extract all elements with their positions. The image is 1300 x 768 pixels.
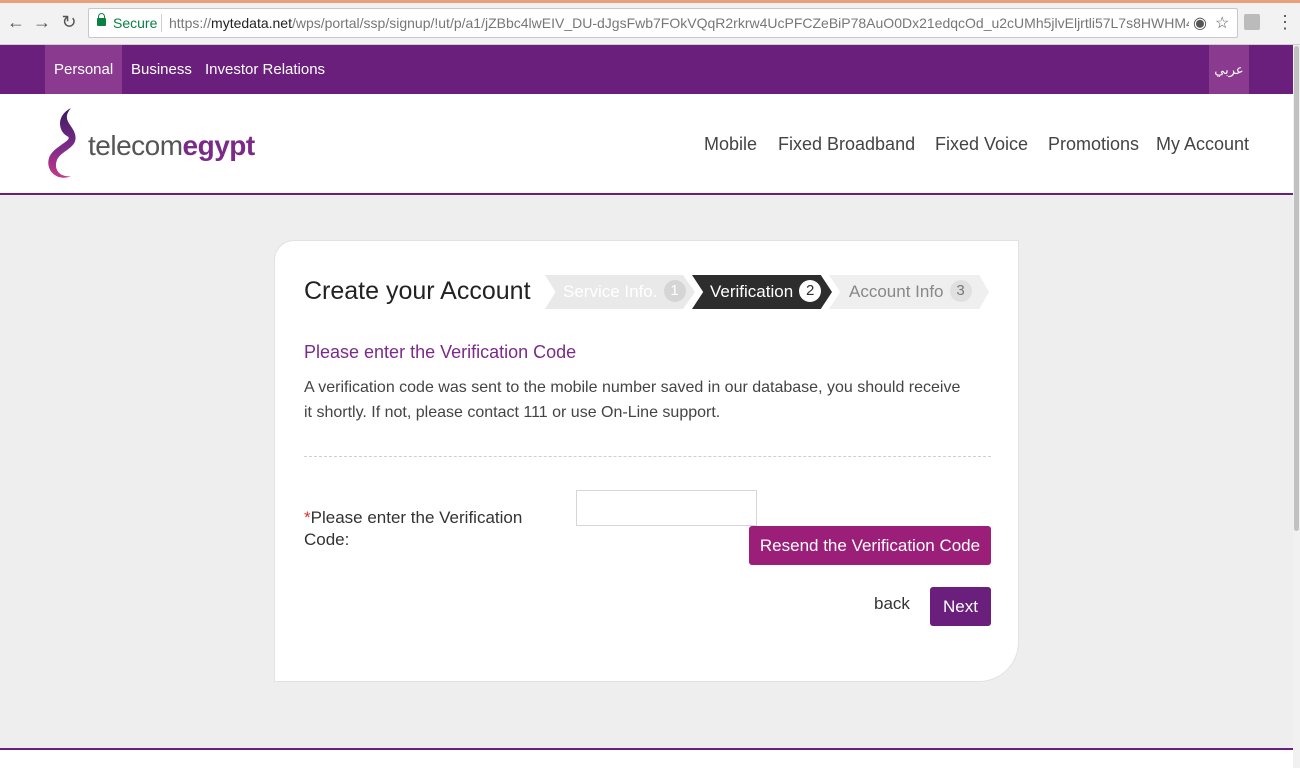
reload-icon[interactable]: ↻ bbox=[59, 12, 79, 32]
nav-mobile[interactable]: Mobile bbox=[704, 134, 757, 155]
url-text[interactable]: https://mytedata.net/wps/portal/ssp/sign… bbox=[169, 15, 1189, 31]
tab-strip-edge bbox=[0, 0, 1300, 3]
url-host: mytedata.net bbox=[211, 15, 292, 31]
step-verification: Verification 2 bbox=[692, 275, 832, 309]
next-button[interactable]: Next bbox=[930, 587, 991, 626]
step-account-info: Account Info 3 bbox=[829, 275, 989, 309]
nav-fixed-voice[interactable]: Fixed Voice bbox=[935, 134, 1028, 155]
lock-icon bbox=[97, 13, 106, 26]
browser-menu-icon[interactable]: ⋮ bbox=[1276, 12, 1294, 33]
page-title: Create your Account bbox=[304, 277, 531, 305]
site-header: telecomegypt Mobile Fixed Broadband Fixe… bbox=[0, 94, 1293, 195]
tab-business[interactable]: Business bbox=[122, 45, 201, 94]
site-settings-icon[interactable]: ◉ bbox=[1193, 13, 1207, 33]
back-arrow-icon[interactable]: ← bbox=[6, 12, 26, 32]
telecom-egypt-logo-icon[interactable] bbox=[45, 106, 85, 181]
step-label: Verification bbox=[710, 282, 794, 301]
nav-my-account[interactable]: My Account bbox=[1156, 134, 1249, 155]
extension-icon[interactable] bbox=[1244, 14, 1260, 30]
verification-code-input[interactable] bbox=[576, 490, 757, 526]
back-link[interactable]: back bbox=[874, 594, 910, 614]
url-path: /wps/portal/ssp/signup/!ut/p/a1/jZBbc4lw… bbox=[291, 15, 1189, 31]
secure-label: Secure bbox=[113, 15, 158, 31]
url-prefix: https:// bbox=[169, 15, 212, 31]
footer bbox=[0, 750, 1293, 768]
instructions-text: A verification code was sent to the mobi… bbox=[304, 379, 961, 421]
tab-personal[interactable]: Personal bbox=[45, 45, 123, 94]
logo-word-telecom: telecom bbox=[88, 130, 183, 161]
logo-wordmark[interactable]: telecomegypt bbox=[88, 130, 255, 162]
step-label: Account Info bbox=[849, 282, 944, 301]
segment-bar: Personal Business Investor Relations عرب… bbox=[0, 45, 1300, 94]
section-heading: Please enter the Verification Code bbox=[304, 342, 577, 362]
forward-arrow-icon[interactable]: → bbox=[32, 12, 52, 32]
signup-card: Create your Account Service Info. 1 Verif… bbox=[274, 240, 1019, 682]
language-switch[interactable]: عربي bbox=[1209, 45, 1249, 94]
address-bar[interactable]: Secure https://mytedata.net/wps/portal/s… bbox=[88, 8, 1238, 38]
verification-code-label-text: Please enter the Verification Code: bbox=[304, 508, 523, 549]
bookmark-star-icon[interactable]: ☆ bbox=[1215, 13, 1229, 33]
verification-code-label: *Please enter the Verification Code: bbox=[304, 507, 554, 551]
address-divider bbox=[161, 14, 162, 32]
nav-promotions[interactable]: Promotions bbox=[1048, 134, 1139, 155]
step-number: 2 bbox=[799, 279, 822, 302]
required-asterisk: * bbox=[304, 508, 311, 527]
resend-code-button[interactable]: Resend the Verification Code bbox=[749, 526, 991, 565]
page-scrollbar-thumb[interactable] bbox=[1294, 46, 1299, 531]
nav-fixed-broadband[interactable]: Fixed Broadband bbox=[778, 134, 915, 155]
step-label: Service Info. bbox=[563, 282, 658, 301]
dashed-divider bbox=[304, 456, 991, 457]
step-number: 3 bbox=[949, 279, 972, 302]
step-number: 1 bbox=[663, 279, 686, 302]
step-service-info: Service Info. 1 bbox=[545, 275, 695, 309]
logo-word-egypt: egypt bbox=[182, 130, 256, 161]
browser-toolbar: ← → ↻ Secure https://mytedata.net/wps/po… bbox=[0, 0, 1300, 45]
tab-investor-relations[interactable]: Investor Relations bbox=[196, 45, 334, 94]
